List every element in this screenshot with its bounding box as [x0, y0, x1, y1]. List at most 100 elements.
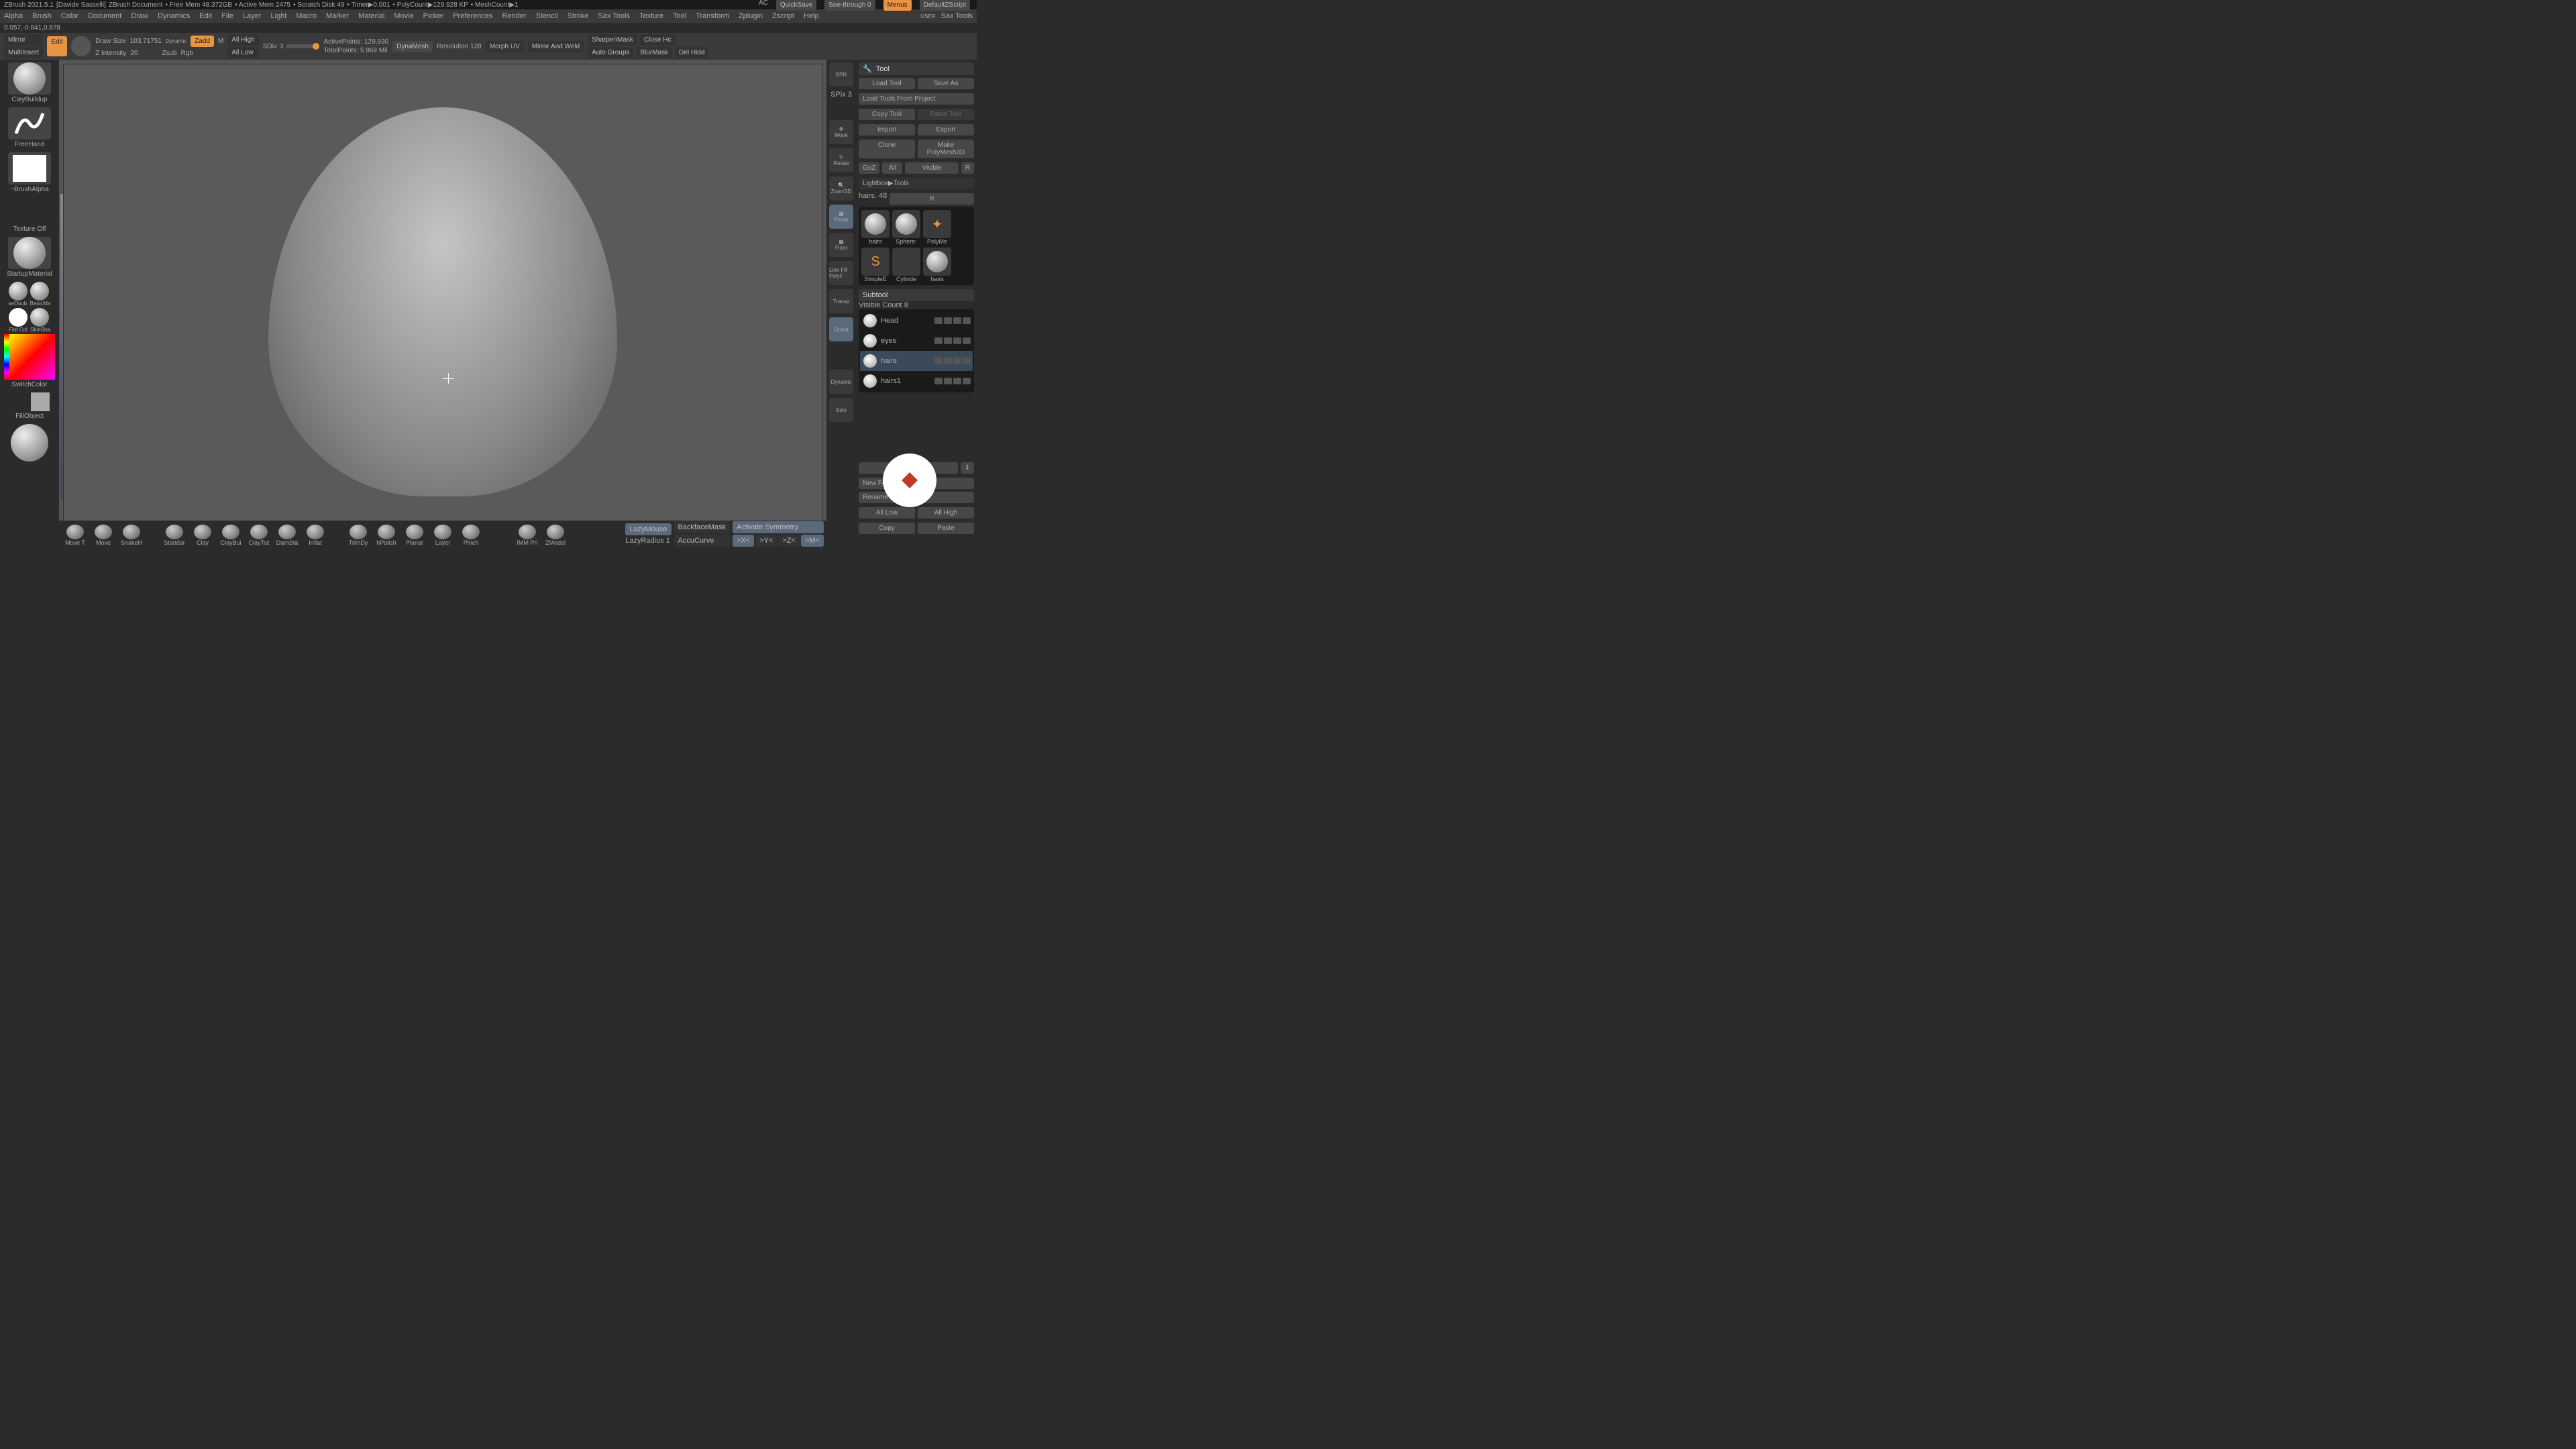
drawsize-value[interactable]: 103.71751	[130, 38, 162, 45]
menu-color[interactable]: Color	[61, 12, 78, 20]
spix-label[interactable]: SPix 3	[830, 91, 852, 99]
resolution-value[interactable]: 128	[470, 43, 482, 50]
all-button[interactable]: All	[882, 162, 902, 174]
menu-movie[interactable]: Movie	[394, 12, 413, 20]
brush-zmodel[interactable]: ZModel	[542, 522, 569, 546]
alpha-thumbnail[interactable]	[8, 152, 51, 184]
floor-button[interactable]: ▦Floor	[829, 233, 853, 257]
lazymouse-button[interactable]: LazyMouse	[625, 523, 671, 535]
menu-stencil[interactable]: Stencil	[536, 12, 558, 20]
brush-claybui[interactable]: ClayBui	[217, 522, 244, 546]
r-button[interactable]: R	[961, 162, 974, 174]
zintensity-value[interactable]: 20	[130, 50, 138, 57]
menu-marker[interactable]: Marker	[326, 12, 349, 20]
menu-material[interactable]: Material	[358, 12, 384, 20]
sdiv-value[interactable]: 3	[280, 43, 284, 50]
accucurve-button[interactable]: AccuCurve	[674, 535, 731, 547]
basicma-material[interactable]: BasicMa	[30, 282, 51, 307]
menu-zplugin[interactable]: Zplugin	[739, 12, 763, 20]
brush-move[interactable]: Move	[90, 522, 117, 546]
brush-planar[interactable]: Planar	[401, 522, 428, 546]
makepoly-button[interactable]: Make PolyMesh3D	[918, 140, 974, 158]
allhigh-button[interactable]: All High	[227, 34, 258, 46]
brush-movet[interactable]: Move T	[62, 522, 89, 546]
bpr-button[interactable]: BPR	[829, 62, 853, 87]
tool-thumb-5[interactable]: hairs	[923, 248, 951, 282]
dynamic-button[interactable]: Dynamic	[829, 370, 853, 394]
multiinsert-button[interactable]: MultiInsert	[4, 47, 43, 58]
menu-picker[interactable]: Picker	[423, 12, 444, 20]
loadproject-button[interactable]: Load Tools From Project	[859, 93, 974, 105]
sym-z-button[interactable]: >Z<	[778, 535, 800, 547]
brush-claytut[interactable]: ClayTut	[246, 522, 272, 546]
menu-alpha[interactable]: Alpha	[4, 12, 23, 20]
skinsha-material[interactable]: SkinSha	[30, 308, 50, 333]
pastetool-button[interactable]: Paste Tool	[918, 109, 974, 120]
sym-m-button[interactable]: >M<	[801, 535, 824, 547]
visible-button[interactable]: Visible	[905, 162, 958, 174]
menus-button[interactable]: Menus	[883, 0, 912, 11]
linefill-button[interactable]: Line Fill PolyF	[829, 261, 853, 285]
color-picker[interactable]	[9, 334, 55, 380]
brush-pinch[interactable]: Pinch	[458, 522, 484, 546]
sym-y-button[interactable]: >Y<	[755, 535, 777, 547]
brush-damsta[interactable]: DamSta	[274, 522, 301, 546]
brush-snakeh[interactable]: SnakeH	[118, 522, 145, 546]
copy-button[interactable]: Copy	[859, 523, 915, 534]
alllow-button[interactable]: All Low	[859, 507, 915, 519]
quicksave-button[interactable]: QuickSave	[776, 0, 816, 11]
menu-dynamics[interactable]: Dynamics	[158, 12, 190, 20]
subtool-header[interactable]: Subtool	[859, 289, 974, 301]
edit-mode-button[interactable]: Edit	[47, 36, 67, 56]
menu-draw[interactable]: Draw	[131, 12, 148, 20]
hairs-r-button[interactable]: R	[890, 193, 974, 205]
delhidd-button[interactable]: Del Hidd	[675, 47, 708, 58]
menu-layer[interactable]: Layer	[243, 12, 262, 20]
menu-tool[interactable]: Tool	[673, 12, 686, 20]
menu-render[interactable]: Render	[502, 12, 527, 20]
subtool-hairs[interactable]: hairs	[860, 351, 973, 371]
tool-thumb-2[interactable]: ✦PolyMe	[923, 210, 951, 245]
sdiv-slider[interactable]	[286, 44, 319, 48]
texture-label[interactable]: Texture Off	[13, 225, 46, 233]
gradient-sphere[interactable]	[11, 424, 48, 462]
subtool-head[interactable]: Head	[860, 311, 973, 331]
seethrough-button[interactable]: See-through 0	[824, 0, 875, 11]
color-swatch-a[interactable]	[9, 392, 28, 411]
sharpenmask-button[interactable]: SharpenMask	[588, 34, 637, 46]
sedoub-material[interactable]: seDoub	[9, 282, 28, 307]
tool-panel-header[interactable]: 🔧Tool	[859, 62, 974, 75]
ghost-button[interactable]: Ghost	[829, 317, 853, 341]
menu-edit[interactable]: Edit	[199, 12, 212, 20]
menu-file[interactable]: File	[221, 12, 233, 20]
defaultzscript-button[interactable]: DefaultZScript	[920, 0, 970, 11]
solo-button[interactable]: Solo	[829, 398, 853, 422]
rgb-button[interactable]: Rgb	[181, 50, 193, 57]
goz-button[interactable]: GoZ	[859, 162, 879, 174]
menu-document[interactable]: Document	[88, 12, 121, 20]
persp-button[interactable]: ▦Persp	[829, 205, 853, 229]
export-button[interactable]: Export	[918, 124, 974, 136]
dynamic-label[interactable]: Dynamic	[166, 38, 186, 44]
gyro-icon[interactable]	[71, 36, 91, 56]
menu-help[interactable]: Help	[804, 12, 819, 20]
zsub-button[interactable]: Zsub	[162, 50, 176, 57]
brush-clay[interactable]: Clay	[189, 522, 216, 546]
morphuv-button[interactable]: Morph UV	[486, 41, 524, 52]
lazyradius-value[interactable]: 1	[666, 537, 670, 545]
menu-saxtools[interactable]: Sax Tools	[598, 12, 630, 20]
menu-brush[interactable]: Brush	[32, 12, 52, 20]
autogroups-button[interactable]: Auto Groups	[588, 47, 633, 58]
menu-texture[interactable]: Texture	[639, 12, 663, 20]
expand-icon[interactable]: ⇕	[961, 462, 974, 474]
alllow-button[interactable]: All Low	[227, 47, 258, 58]
sym-x-button[interactable]: >X<	[733, 535, 754, 547]
move-button[interactable]: ✥Move	[829, 120, 853, 144]
dynamesh-button[interactable]: DynaMesh	[392, 41, 433, 52]
hue-strip[interactable]	[4, 334, 9, 380]
transp-button[interactable]: Transp	[829, 289, 853, 313]
brush-standar[interactable]: Standar	[161, 522, 188, 546]
brush-hpolish[interactable]: hPolish	[373, 522, 400, 546]
brush-thumbnail[interactable]	[8, 62, 51, 95]
menu-zscript[interactable]: Zscript	[772, 12, 794, 20]
